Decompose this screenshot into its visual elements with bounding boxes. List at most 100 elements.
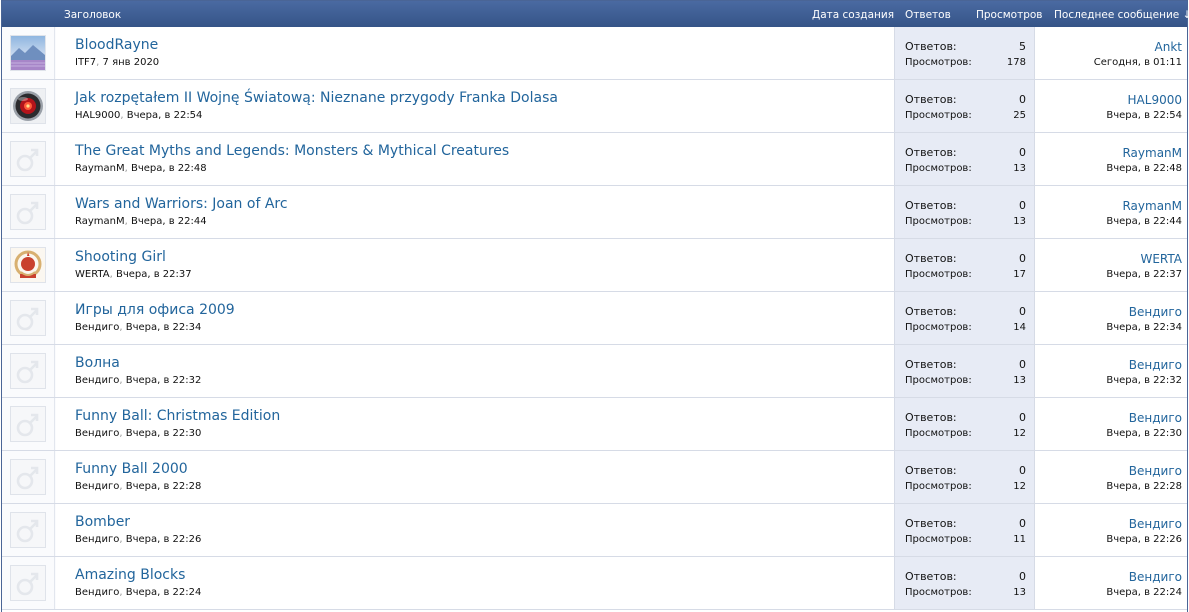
thread-stats: Ответов: 0 Просмотров: 13 [894, 186, 1035, 238]
last-message-user-link[interactable]: Вендиго [1129, 517, 1182, 531]
thread-created-date: Вчера, в 22:30 [125, 428, 202, 439]
meta-separator: , [119, 428, 123, 439]
thread-row: Игры для офиса 2009 Вендиго, Вчера, в 22… [2, 292, 1187, 345]
thread-main: BloodRayne ITF7, 7 янв 2020 [56, 27, 894, 79]
last-message-user-link[interactable]: Вендиго [1129, 358, 1182, 372]
thread-title-link[interactable]: Funny Ball 2000 [75, 461, 188, 477]
thread-main: Wars and Warriors: Joan of Arc RaymanM, … [56, 186, 894, 238]
thread-main: The Great Myths and Legends: Monsters & … [56, 133, 894, 185]
default-male-avatar[interactable] [10, 194, 46, 230]
last-message-user-link[interactable]: Вендиго [1129, 411, 1182, 425]
views-count: 13 [1013, 375, 1026, 386]
thread-title-link[interactable]: Funny Ball: Christmas Edition [75, 408, 280, 424]
landscape-avatar[interactable] [10, 35, 46, 71]
meta-separator: , [119, 587, 123, 598]
emblem-avatar[interactable] [10, 247, 46, 283]
views-label: Просмотров: [905, 322, 972, 333]
thread-author-link[interactable]: Вендиго [75, 428, 119, 439]
last-message-date[interactable]: Вчера, в 22:37 [1106, 269, 1182, 280]
views-label: Просмотров: [905, 481, 972, 492]
thread-author-link[interactable]: Вендиго [75, 534, 119, 545]
sort-by-title[interactable]: Заголовок [64, 9, 121, 21]
meta-separator: , [124, 216, 128, 227]
last-message-user-link[interactable]: RaymanM [1122, 146, 1182, 160]
thread-title-link[interactable]: Wars and Warriors: Joan of Arc [75, 196, 288, 212]
thread-author-link[interactable]: RaymanM [75, 163, 125, 174]
thread-author-link[interactable]: Вендиго [75, 375, 119, 386]
thread-title-link[interactable]: Игры для офиса 2009 [75, 302, 235, 318]
replies-label: Ответов: [905, 199, 957, 212]
last-message-user-link[interactable]: Вендиго [1129, 464, 1182, 478]
thread-main: Jak rozpętałem II Wojnę Światową: Niezna… [56, 80, 894, 132]
avatar-cell [2, 504, 55, 556]
thread-author-link[interactable]: ITF7 [75, 57, 96, 68]
last-message-date[interactable]: Вчера, в 22:30 [1106, 428, 1182, 439]
default-male-avatar[interactable] [10, 353, 46, 389]
sort-by-views[interactable]: Просмотров [976, 9, 1043, 21]
thread-stats: Ответов: 0 Просмотров: 14 [894, 292, 1035, 344]
hal9000-eye-avatar[interactable] [10, 88, 46, 124]
last-message: RaymanM Вчера, в 22:48 [1035, 133, 1187, 185]
last-message-date[interactable]: Вчера, в 22:54 [1106, 110, 1182, 121]
thread-author-link[interactable]: HAL9000 [75, 110, 120, 121]
thread-author-link[interactable]: Вендиго [75, 587, 119, 598]
last-message-user-link[interactable]: RaymanM [1122, 199, 1182, 213]
default-male-avatar[interactable] [10, 300, 46, 336]
thread-meta: Вендиго, Вчера, в 22:24 [75, 587, 201, 598]
thread-author-link[interactable]: WERTA [75, 269, 110, 280]
sort-by-created[interactable]: Дата создания [812, 9, 894, 21]
thread-meta: WERTA, Вчера, в 22:37 [75, 269, 192, 280]
thread-title-link[interactable]: Bomber [75, 514, 130, 530]
thread-author-link[interactable]: Вендиго [75, 481, 119, 492]
thread-row: The Great Myths and Legends: Monsters & … [2, 133, 1187, 186]
last-message-user-link[interactable]: HAL9000 [1128, 93, 1182, 107]
last-message-date[interactable]: Вчера, в 22:28 [1106, 481, 1182, 492]
thread-author-link[interactable]: RaymanM [75, 216, 125, 227]
thread-meta: ITF7, 7 янв 2020 [75, 57, 159, 68]
last-message-user-link[interactable]: Вендиго [1129, 570, 1182, 584]
thread-title-link[interactable]: Jak rozpętałem II Wojnę Światową: Niezna… [75, 90, 558, 106]
last-message-date[interactable]: Вчера, в 22:26 [1106, 534, 1182, 545]
last-message-date[interactable]: Вчера, в 22:44 [1106, 216, 1182, 227]
views-count: 12 [1013, 481, 1026, 492]
views-label: Просмотров: [905, 534, 972, 545]
thread-title-link[interactable]: Волна [75, 355, 120, 371]
meta-separator: , [109, 269, 113, 280]
thread-title-link[interactable]: Shooting Girl [75, 249, 166, 265]
views-label: Просмотров: [905, 428, 972, 439]
thread-author-link[interactable]: Вендиго [75, 322, 119, 333]
thread-title-link[interactable]: The Great Myths and Legends: Monsters & … [75, 143, 509, 159]
thread-main: Funny Ball: Christmas Edition Вендиго, В… [56, 398, 894, 450]
last-message-user-link[interactable]: Ankt [1155, 40, 1182, 54]
thread-created-date: Вчера, в 22:34 [125, 322, 202, 333]
last-message-date[interactable]: Сегодня, в 01:11 [1094, 57, 1182, 68]
default-male-avatar[interactable] [10, 565, 46, 601]
views-label: Просмотров: [905, 216, 972, 227]
last-message: RaymanM Вчера, в 22:44 [1035, 186, 1187, 238]
default-male-avatar[interactable] [10, 512, 46, 548]
last-message-date[interactable]: Вчера, в 22:32 [1106, 375, 1182, 386]
default-male-avatar[interactable] [10, 141, 46, 177]
last-message-user-link[interactable]: Вендиго [1129, 305, 1182, 319]
views-count: 13 [1013, 216, 1026, 227]
last-message-date[interactable]: Вчера, в 22:34 [1106, 322, 1182, 333]
default-male-avatar[interactable] [10, 459, 46, 495]
last-message-date[interactable]: Вчера, в 22:24 [1106, 587, 1182, 598]
sort-by-last-message[interactable]: Последнее сообщение ↓ [1054, 9, 1189, 21]
default-male-avatar[interactable] [10, 406, 46, 442]
thread-title-link[interactable]: Amazing Blocks [75, 567, 185, 583]
views-count: 14 [1013, 322, 1026, 333]
thread-title-link[interactable]: BloodRayne [75, 37, 158, 53]
meta-separator: , [119, 534, 123, 545]
sort-by-replies[interactable]: Ответов [905, 9, 951, 21]
thread-main: Волна Вендиго, Вчера, в 22:32 [56, 345, 894, 397]
replies-count: 0 [1019, 358, 1026, 371]
thread-rows: BloodRayne ITF7, 7 янв 2020 Ответов: 5 П… [2, 27, 1187, 610]
meta-separator: , [120, 110, 124, 121]
last-message-user-link[interactable]: WERTA [1140, 252, 1182, 266]
thread-created-date: Вчера, в 22:48 [130, 163, 207, 174]
replies-count: 0 [1019, 517, 1026, 530]
thread-meta: Вендиго, Вчера, в 22:34 [75, 322, 201, 333]
last-message-date[interactable]: Вчера, в 22:48 [1106, 163, 1182, 174]
thread-main: Bomber Вендиго, Вчера, в 22:26 [56, 504, 894, 556]
